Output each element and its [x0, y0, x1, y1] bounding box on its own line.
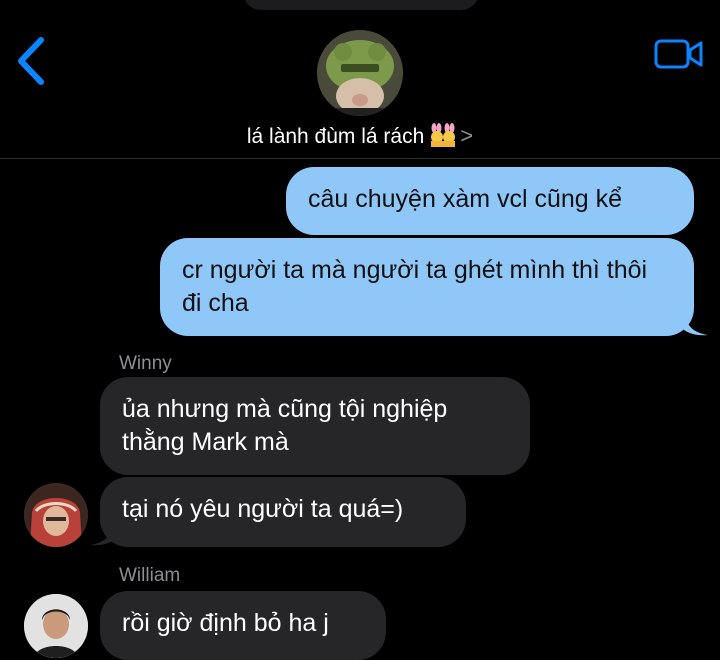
chevron-right-icon: >	[460, 123, 474, 148]
people-with-bunny-ears-icon	[428, 123, 458, 147]
sender-name: William	[119, 565, 181, 586]
back-button[interactable]	[14, 36, 48, 86]
group-avatar[interactable]	[317, 30, 403, 116]
incoming-bubble-tail	[90, 522, 114, 546]
chat-header: lá lành đùm lá rách >	[0, 0, 720, 159]
message-text: rồi giờ định bỏ ha j	[122, 609, 329, 637]
winny-avatar-icon	[24, 483, 88, 547]
william-avatar-icon	[24, 594, 88, 658]
avatar[interactable]	[24, 594, 88, 658]
incoming-message[interactable]: tại nó yêu người ta quá=)	[100, 477, 466, 547]
sender-name: Winny	[119, 353, 172, 374]
message-text: tại nó yêu người ta quá=)	[122, 495, 404, 523]
group-title[interactable]: lá lành đùm lá rách >	[0, 123, 720, 149]
outgoing-bubble-tail	[684, 312, 708, 336]
outgoing-message[interactable]: cr người ta mà người ta ghét mình thì th…	[160, 238, 694, 336]
message-text: cr người ta mà người ta ghét mình thì th…	[182, 256, 648, 317]
video-call-icon	[654, 39, 703, 69]
frog-hat-avatar-icon	[317, 30, 403, 116]
incoming-message[interactable]: rồi giờ định bỏ ha j	[100, 591, 386, 660]
group-title-text: lá lành đùm lá rách	[246, 125, 425, 148]
incoming-message[interactable]: ủa nhưng mà cũng tội nghiệp thằng Mark m…	[100, 377, 530, 475]
avatar[interactable]	[24, 483, 88, 547]
chevron-left-icon	[18, 37, 44, 85]
outgoing-message[interactable]: câu chuyện xàm vcl cũng kể	[286, 167, 694, 235]
message-text: câu chuyện xàm vcl cũng kể	[308, 185, 623, 213]
video-call-button[interactable]	[654, 38, 704, 70]
message-text: ủa nhưng mà cũng tội nghiệp thằng Mark m…	[122, 395, 448, 456]
